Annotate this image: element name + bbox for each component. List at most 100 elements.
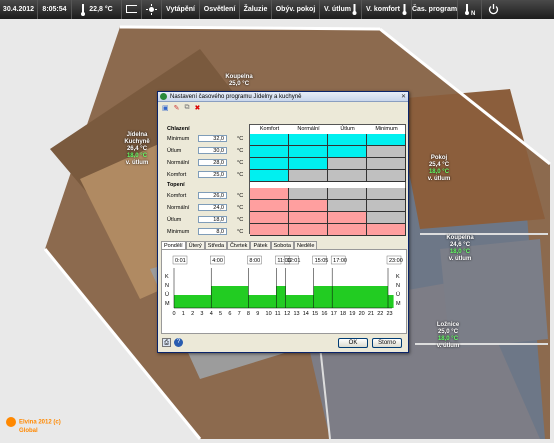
- cooling-value-input[interactable]: 28,0: [198, 159, 227, 166]
- heating-label: Komfort: [167, 193, 187, 199]
- room-name: Koupelna: [446, 235, 474, 241]
- heating-button[interactable]: Vytápění: [162, 0, 200, 19]
- matrix-cell[interactable]: [367, 146, 406, 158]
- room-bathroom-2[interactable]: Koupelna 24,6 °C 18,0 °C v. útlum: [437, 235, 483, 263]
- cooling-value-input[interactable]: 32,0: [198, 135, 227, 142]
- matrix-cell[interactable]: [250, 212, 289, 224]
- matrix-cell[interactable]: [250, 146, 289, 158]
- dialog-titlebar: Nastavení časového programu Jídelny a ku…: [158, 92, 408, 102]
- room-dining-kitchen[interactable]: Jídelna Kuchyně 26,4 °C 18,0 °C v. útlum: [113, 132, 161, 167]
- ok-button[interactable]: OK: [338, 338, 368, 348]
- matrix-cell[interactable]: [328, 212, 367, 224]
- room-setpoint: 18,0 °C: [437, 336, 459, 342]
- delete-icon[interactable]: ✖: [195, 104, 201, 112]
- unit-label: °C: [237, 136, 244, 142]
- unit-label: °C: [237, 148, 244, 154]
- room-temperature: 25,4 °C: [428, 162, 450, 168]
- matrix-cell[interactable]: [250, 170, 289, 182]
- matrix-cell[interactable]: [328, 224, 367, 236]
- time-label: 0:01: [175, 258, 186, 264]
- level-label-left: Ú: [165, 291, 169, 298]
- print-icon[interactable]: ⎙: [162, 338, 171, 347]
- display-button[interactable]: [122, 0, 142, 19]
- matrix-cell[interactable]: [289, 200, 328, 212]
- matrix-cell[interactable]: [367, 158, 406, 170]
- hour-tick-label: 10: [266, 311, 272, 317]
- heating-button-label: Vytápění: [166, 6, 195, 13]
- living-room-button[interactable]: Obýv. pokoj: [272, 0, 320, 19]
- matrix-cell[interactable]: [328, 170, 367, 182]
- date-display: 30.4.2012: [0, 0, 38, 19]
- level-label-right: Ú: [396, 291, 400, 298]
- night-button[interactable]: N: [458, 0, 482, 19]
- matrix-cell[interactable]: [328, 188, 367, 200]
- matrix-cell[interactable]: [289, 158, 328, 170]
- close-icon[interactable]: ✕: [399, 93, 408, 101]
- schedule-segment: [174, 295, 212, 308]
- matrix-cell[interactable]: [367, 170, 406, 182]
- blinds-button-label: Žaluzie: [243, 6, 268, 13]
- heating-value-input[interactable]: 8,0: [198, 228, 227, 235]
- heating-value-input[interactable]: 24,0: [198, 204, 227, 211]
- sun-button[interactable]: [142, 0, 162, 19]
- save-icon[interactable]: ▣: [162, 104, 169, 112]
- power-button[interactable]: [482, 0, 504, 19]
- matrix-cell[interactable]: [328, 200, 367, 212]
- time-program-button[interactable]: Čas. program: [412, 0, 458, 19]
- room-mode: v. útlum: [448, 256, 472, 262]
- matrix-cell[interactable]: [328, 134, 367, 146]
- svg-text:N: N: [471, 11, 475, 16]
- comfort-button[interactable]: V. komfort: [362, 0, 412, 19]
- heating-value-input[interactable]: 26,0: [198, 192, 227, 199]
- matrix-cell[interactable]: [328, 158, 367, 170]
- day-schedule-chart[interactable]: 0:01 4:00 8:00 11:00 12:01 15:05 17:00 23:00 K K N…: [161, 249, 407, 334]
- dialog-app-icon: [160, 93, 167, 100]
- room-bedroom-1[interactable]: Pokoj 25,4 °C 18,0 °C v. útlum: [416, 155, 462, 183]
- room-temperature: 25,0 °C: [228, 81, 250, 87]
- cooling-value-input[interactable]: 30,0: [198, 147, 227, 154]
- matrix-cell[interactable]: [367, 200, 406, 212]
- matrix-cell[interactable]: [289, 134, 328, 146]
- matrix-cell[interactable]: [367, 212, 406, 224]
- matrix-cell[interactable]: [289, 170, 328, 182]
- matrix-cell[interactable]: [289, 146, 328, 158]
- matrix-cell[interactable]: [250, 224, 289, 236]
- room-bathroom-top[interactable]: Koupelna 25,0 °C: [217, 74, 261, 88]
- heating-value-input[interactable]: 18,0: [198, 216, 227, 223]
- room-name: Koupelna: [225, 74, 253, 80]
- unit-label: °C: [237, 193, 244, 199]
- hour-tick-label: 6: [228, 311, 231, 317]
- hour-tick-label: 4: [210, 311, 213, 317]
- cooling-value-input[interactable]: 25,0: [198, 171, 227, 178]
- hour-tick-label: 23: [387, 311, 393, 317]
- level-label-right: K: [396, 274, 400, 280]
- cancel-button[interactable]: Storno: [372, 338, 402, 348]
- matrix-cell[interactable]: [367, 188, 406, 200]
- matrix-cell[interactable]: [289, 212, 328, 224]
- hour-tick-label: 19: [349, 311, 355, 317]
- matrix-cell[interactable]: [289, 188, 328, 200]
- matrix-cell[interactable]: [250, 158, 289, 170]
- matrix-column-header: Komfort: [259, 126, 280, 132]
- copy-icon[interactable]: ⧉: [185, 104, 190, 112]
- lighting-button[interactable]: Osvětlení: [200, 0, 240, 19]
- comfort-button-label: V. komfort: [366, 6, 400, 13]
- matrix-cell[interactable]: [289, 224, 328, 236]
- setback-button[interactable]: V. útlum: [320, 0, 362, 19]
- matrix-cell[interactable]: [250, 134, 289, 146]
- time-program-button-label: Čas. program: [411, 6, 458, 13]
- hour-tick-label: 8: [247, 311, 250, 317]
- matrix-cell[interactable]: [328, 146, 367, 158]
- schedule-graph[interactable]: 0:01 4:00 8:00 11:0012:01 15:05 17:00 23:00K KN…: [162, 250, 406, 333]
- room-master-bedroom[interactable]: Ložnice 25,0 °C 18,0 °C v. útlum: [425, 322, 471, 350]
- unit-label: °C: [237, 160, 244, 166]
- room-temperature: 26,4 °C: [126, 146, 148, 152]
- edit-icon[interactable]: ✎: [174, 104, 180, 112]
- matrix-cell[interactable]: [367, 134, 406, 146]
- help-icon[interactable]: ?: [174, 338, 183, 347]
- matrix-cell[interactable]: [250, 188, 289, 200]
- matrix-cell[interactable]: [250, 200, 289, 212]
- blinds-button[interactable]: Žaluzie: [240, 0, 272, 19]
- level-label-left: N: [165, 283, 169, 289]
- matrix-cell[interactable]: [367, 224, 406, 236]
